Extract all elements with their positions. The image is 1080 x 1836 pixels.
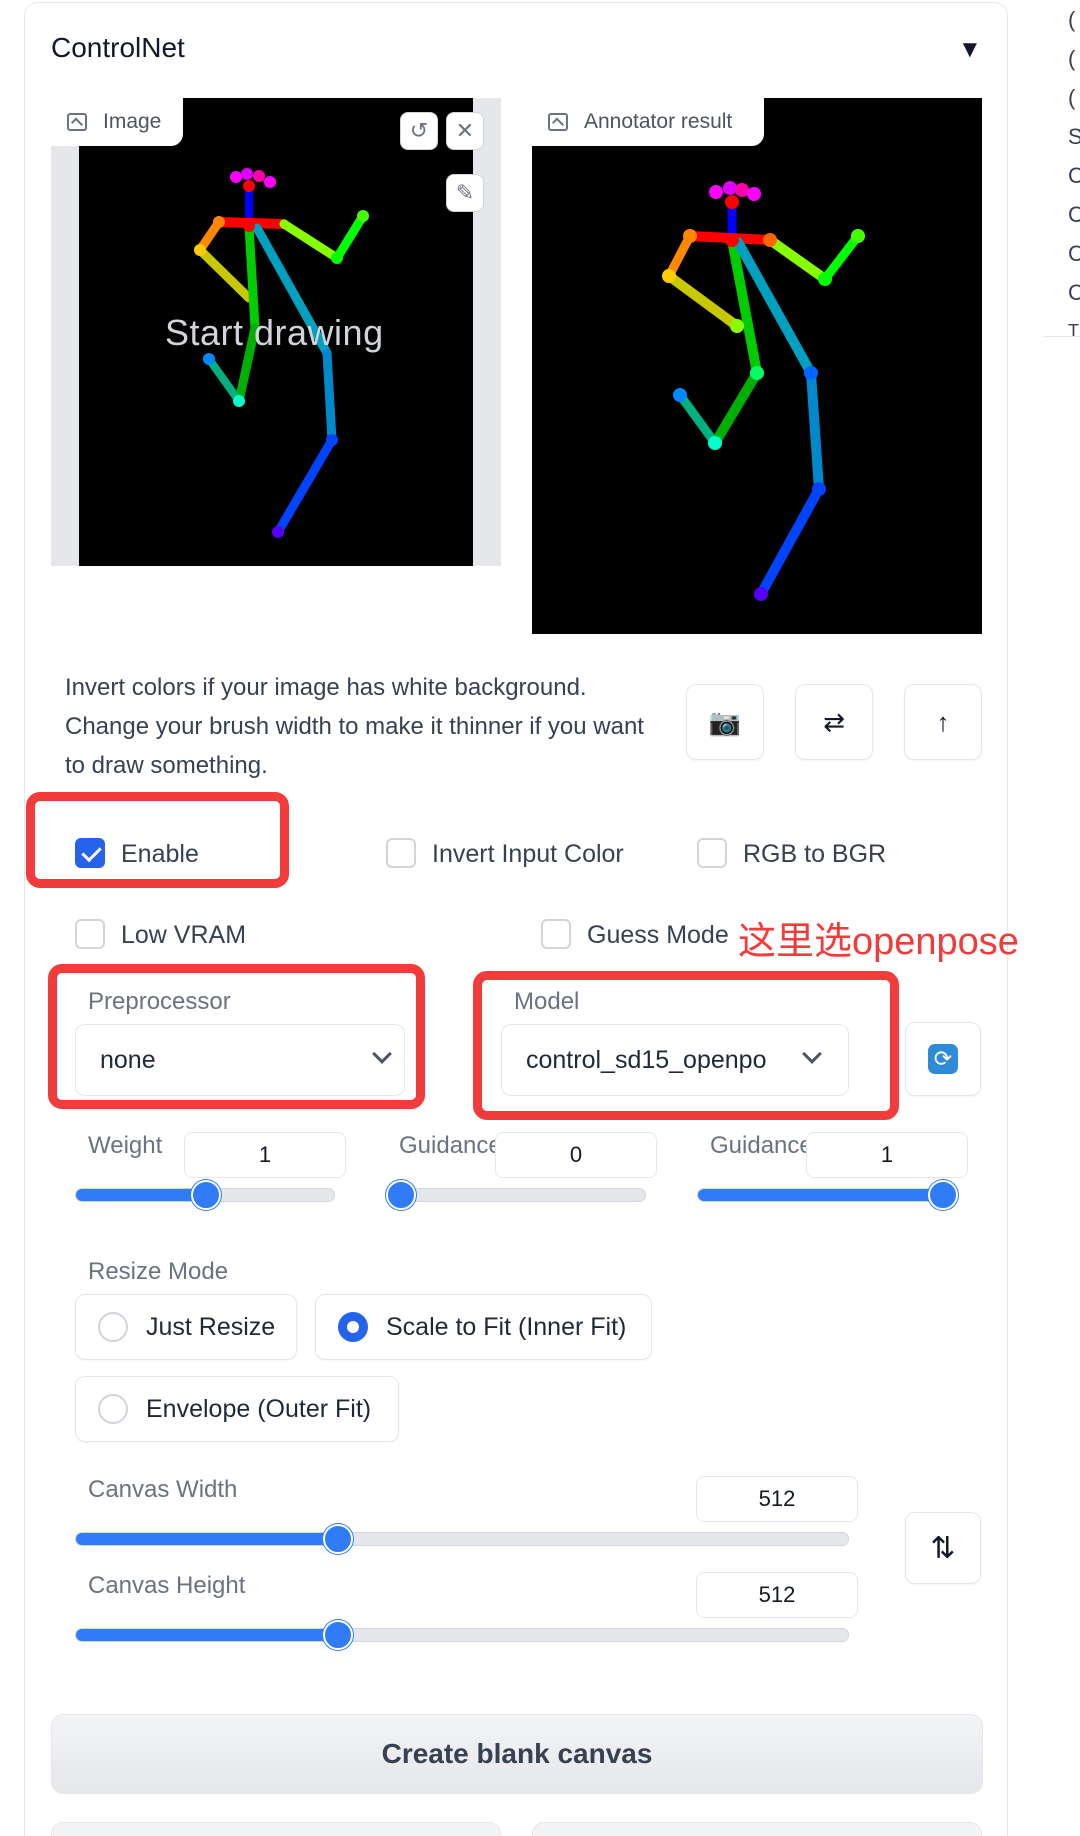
clipped-text: C [1068, 241, 1080, 266]
start-drawing-overlay: Start drawing [165, 312, 384, 353]
radio-circle-selected [338, 1312, 368, 1342]
image-input-label: Image [51, 98, 183, 146]
collapse-triangle-icon[interactable]: ▼ [958, 36, 982, 64]
divider [1044, 336, 1080, 337]
guess-mode-label: Guess Mode [587, 921, 729, 949]
radio-label: Scale to Fit (Inner Fit) [386, 1312, 627, 1341]
low-vram-checkbox[interactable] [75, 919, 105, 949]
radio-circle [98, 1312, 128, 1342]
clipped-text: ( [1068, 46, 1076, 71]
guidance-end-number[interactable]: 1 [806, 1132, 968, 1178]
weight-slider-thumb[interactable] [191, 1180, 221, 1210]
clipped-text: C [1068, 280, 1080, 305]
bottom-button-left[interactable] [51, 1822, 501, 1836]
clipped-text: S [1068, 124, 1080, 149]
guidance-end-label-text: Guidance End (T) [710, 1132, 806, 1159]
weight-number[interactable]: 1 [184, 1132, 346, 1178]
bottom-button-right[interactable] [532, 1822, 982, 1836]
radio-scale-to-fit[interactable]: Scale to Fit (Inner Fit) [315, 1294, 652, 1360]
clipped-text: ( [1068, 7, 1076, 32]
refresh-models-button[interactable]: ⟳ [905, 1022, 981, 1096]
radio-label: Envelope (Outer Fit) [146, 1394, 372, 1423]
image-icon [67, 113, 87, 131]
brush-button[interactable]: ✎ [446, 174, 484, 212]
swap-arrows-icon: ⇄ [823, 706, 845, 737]
highlight-model [473, 971, 899, 1120]
guidance-end-slider[interactable] [697, 1188, 957, 1202]
guidance-end-label: Guidance End (T) [710, 1132, 806, 1160]
weight-label: Weight [88, 1132, 163, 1159]
swap-dimensions-button[interactable]: ⇅ [905, 1512, 981, 1584]
guidance-start-label: Guidance Start (T) [399, 1132, 495, 1160]
camera-button[interactable]: 📷 [686, 684, 764, 760]
brush-icon: ✎ [455, 180, 475, 205]
guidance-start-slider[interactable] [386, 1188, 646, 1202]
resize-mode-label: Resize Mode [88, 1258, 229, 1285]
guidance-start-label-text: Guidance Start (T) [399, 1132, 495, 1159]
canvas-height-slider[interactable] [75, 1628, 849, 1642]
undo-icon: ↺ [409, 118, 429, 143]
annotation-note: 这里选openpose [738, 921, 1019, 963]
invert-input-color-label: Invert Input Color [432, 840, 624, 868]
annotator-result-image [532, 98, 982, 634]
guidance-end-slider-thumb[interactable] [928, 1180, 958, 1210]
clipped-text: C [1068, 163, 1080, 188]
clear-button[interactable]: ✕ [446, 112, 484, 150]
swap-button[interactable]: ⇄ [795, 684, 873, 760]
highlight-preprocessor [48, 964, 425, 1109]
clipped-text: C [1068, 202, 1080, 227]
adjacent-panel-text: ( ( ( S C C C C T [1068, 0, 1080, 340]
guess-mode-checkbox[interactable] [541, 919, 571, 949]
highlight-enable [26, 792, 289, 888]
clipped-text: ( [1068, 85, 1076, 110]
rgb-to-bgr-label: RGB to BGR [743, 840, 887, 868]
hint-text: Invert colors if your image has white ba… [65, 674, 644, 779]
swap-vertical-icon: ⇅ [930, 1531, 956, 1565]
send-dimensions-button[interactable]: ↑ [904, 684, 982, 760]
rgb-to-bgr-checkbox[interactable] [697, 838, 727, 868]
annotator-label-text: Annotator result [584, 110, 733, 133]
pose-skeleton [662, 181, 865, 601]
radio-circle [98, 1394, 128, 1424]
panel-title: ControlNet [51, 32, 185, 63]
arrow-up-icon: ↑ [936, 706, 950, 737]
adjacent-panel-clip: ( ( ( S C C C C T [1044, 0, 1080, 340]
canvas-height-slider-thumb[interactable] [323, 1620, 353, 1650]
close-icon: ✕ [455, 118, 475, 143]
radio-label: Just Resize [146, 1312, 276, 1341]
canvas-height-label: Canvas Height [88, 1572, 246, 1599]
undo-button[interactable]: ↺ [400, 112, 438, 150]
radio-envelope[interactable]: Envelope (Outer Fit) [75, 1376, 399, 1442]
low-vram-label: Low VRAM [121, 921, 247, 949]
canvas-width-slider[interactable] [75, 1532, 849, 1546]
camera-icon: 📷 [708, 706, 742, 737]
refresh-icon: ⟳ [928, 1044, 958, 1074]
invert-input-color-checkbox[interactable] [386, 838, 416, 868]
radio-just-resize[interactable]: Just Resize [75, 1294, 297, 1360]
image-label-text: Image [103, 110, 162, 133]
canvas-width-number[interactable]: 512 [696, 1476, 858, 1522]
image-icon [548, 113, 568, 131]
guidance-start-slider-thumb[interactable] [386, 1180, 416, 1210]
guidance-start-number[interactable]: 0 [495, 1132, 657, 1178]
annotator-result-label: Annotator result [532, 98, 764, 146]
canvas-height-number[interactable]: 512 [696, 1572, 858, 1618]
canvas-width-slider-thumb[interactable] [323, 1524, 353, 1554]
canvas-width-label: Canvas Width [88, 1476, 238, 1503]
create-blank-canvas-button[interactable]: Create blank canvas [51, 1714, 983, 1794]
